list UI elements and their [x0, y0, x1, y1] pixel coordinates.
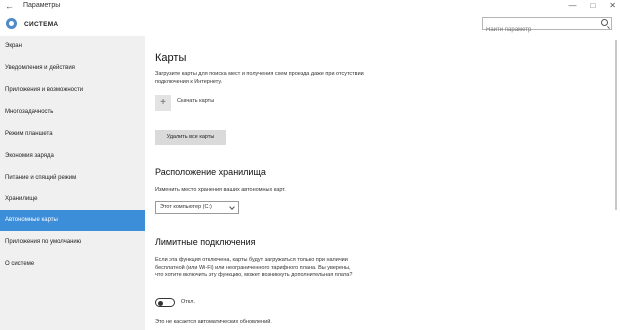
window-title: Параметры	[23, 2, 61, 9]
chevron-down-icon	[229, 204, 235, 210]
main-content: Карты Загрузите карты для поиска мест и …	[145, 36, 610, 330]
metered-footnote: Это не касается автоматических обновлени…	[155, 319, 272, 325]
sidebar-item-offline-maps[interactable]: Автономные карты	[0, 210, 145, 231]
storage-location-select[interactable]: Этот компьютер (C:)	[155, 201, 239, 214]
search-input[interactable]	[483, 24, 593, 36]
metered-toggle[interactable]	[155, 298, 175, 307]
storage-description: Изменить место хранения ваших автономных…	[155, 187, 286, 193]
storage-heading: Расположение хранилища	[155, 167, 266, 177]
toggle-knob	[158, 300, 163, 306]
maximize-button[interactable]: □	[590, 0, 595, 12]
sidebar-item-tablet-mode[interactable]: Режим планшета	[0, 124, 145, 145]
sidebar-item-storage[interactable]: Хранилище	[0, 189, 145, 210]
title-bar: ← Параметры — □ ✕	[0, 0, 620, 14]
download-maps-label[interactable]: Скачать карты	[177, 98, 214, 104]
metered-description: Если эта функция отключена, карты будут …	[155, 257, 353, 278]
plus-icon: +	[160, 97, 166, 108]
scrollbar[interactable]	[612, 36, 620, 330]
sidebar-item-power-sleep[interactable]: Питание и спящий режим	[0, 168, 145, 189]
maps-heading: Карты	[155, 52, 187, 64]
storage-location-value: Этот компьютер (C:)	[160, 204, 212, 210]
metered-heading: Лимитные подключения	[155, 237, 256, 247]
minimize-button[interactable]: —	[568, 0, 576, 12]
gear-icon	[6, 18, 17, 29]
sidebar-item-apps-features[interactable]: Приложения и возможности	[0, 80, 145, 101]
section-title: СИСТЕМА	[24, 21, 59, 28]
scrollbar-thumb[interactable]	[615, 40, 617, 210]
sidebar-item-default-apps[interactable]: Приложения по умолчанию	[0, 232, 145, 253]
close-button[interactable]: ✕	[609, 0, 616, 12]
sidebar-item-multitasking[interactable]: Многозадачность	[0, 102, 145, 123]
search-box[interactable]	[482, 17, 612, 36]
add-map-button[interactable]: +	[155, 95, 171, 111]
maps-description: Загрузите карты для поиска мест и получе…	[155, 71, 364, 85]
delete-all-maps-button[interactable]: Удалить все карты	[155, 130, 226, 145]
sidebar-item-battery-saver[interactable]: Экономия заряда	[0, 146, 145, 167]
search-icon[interactable]	[601, 19, 608, 26]
sidebar-item-notifications[interactable]: Уведомления и действия	[0, 58, 145, 79]
metered-toggle-state: Откл.	[181, 299, 196, 305]
window-controls: — □ ✕	[568, 0, 616, 12]
settings-header: СИСТЕМА	[0, 14, 620, 36]
sidebar-item-about[interactable]: О системе	[0, 254, 145, 275]
back-arrow-icon[interactable]: ←	[5, 1, 14, 11]
sidebar: Экран Уведомления и действия Приложения …	[0, 36, 145, 330]
sidebar-item-display[interactable]: Экран	[0, 36, 145, 57]
